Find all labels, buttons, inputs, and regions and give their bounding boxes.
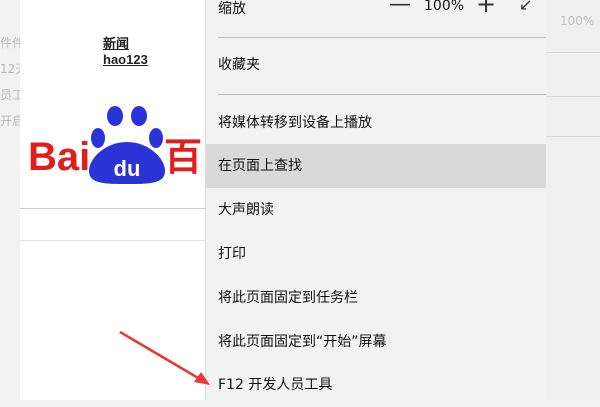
fullscreen-icon[interactable]: ↙	[519, 0, 532, 14]
logo-bai-hanzi: 百	[164, 135, 202, 179]
bg-fragment: 12天	[0, 62, 22, 76]
divider	[544, 136, 600, 137]
menu-item-print[interactable]: 打印	[206, 232, 546, 276]
divider	[20, 240, 205, 241]
top-links: 新闻 hao123	[103, 33, 205, 67]
menu-item-favorites[interactable]: 收藏夹	[206, 43, 546, 87]
divider	[544, 96, 600, 97]
arrow-head	[194, 372, 210, 385]
background-zoom-text: 100%	[560, 14, 595, 28]
red-arrow-annotation	[119, 330, 210, 385]
zoom-value: 100%	[424, 0, 465, 14]
menu-item-f12-dev-tools[interactable]: F12 开发人员工具	[206, 363, 546, 407]
background-left-fragments: 件件 12天 员工 开启	[0, 30, 22, 134]
menu-item-pin-to-taskbar[interactable]: 将此页面固定到任务栏	[206, 276, 546, 320]
menu-separator	[218, 37, 546, 38]
divider	[544, 52, 600, 53]
paw-toe	[149, 128, 163, 148]
paw-toe	[91, 128, 105, 148]
browser-more-menu: 缩放 — 100% + ↙ 收藏夹 将媒体转移到设备上播放 在页面上查找 大声朗…	[205, 0, 546, 400]
background-right-panel: 100%	[544, 0, 600, 400]
arrow-shaft	[119, 330, 206, 384]
bg-fragment: 开启	[0, 114, 22, 128]
link-news[interactable]: 新闻	[103, 36, 129, 51]
logo-du: du	[114, 156, 141, 181]
baidu-logo[interactable]: Bai du 百	[28, 104, 210, 184]
bg-fragment: 员工	[0, 88, 22, 102]
divider	[20, 208, 205, 209]
paw-toe	[107, 106, 123, 126]
link-hao123[interactable]: hao123	[103, 52, 148, 67]
bg-fragment: 件件	[0, 36, 22, 50]
zoom-label: 缩放	[218, 1, 246, 17]
menu-item-pin-to-start[interactable]: 将此页面固定到“开始”屏幕	[206, 320, 546, 364]
zoom-row: 缩放 — 100% + ↙	[206, 0, 546, 34]
paw-toe	[131, 106, 147, 126]
logo-bai: Bai	[28, 135, 90, 179]
menu-separator	[218, 94, 546, 95]
menu-item-read-aloud[interactable]: 大声朗读	[206, 188, 546, 232]
zoom-in-button[interactable]: +	[476, 0, 496, 18]
zoom-out-button[interactable]: —	[389, 0, 411, 17]
menu-item-cast-media[interactable]: 将媒体转移到设备上播放	[206, 101, 546, 145]
menu-item-find-on-page[interactable]: 在页面上查找	[206, 144, 546, 188]
